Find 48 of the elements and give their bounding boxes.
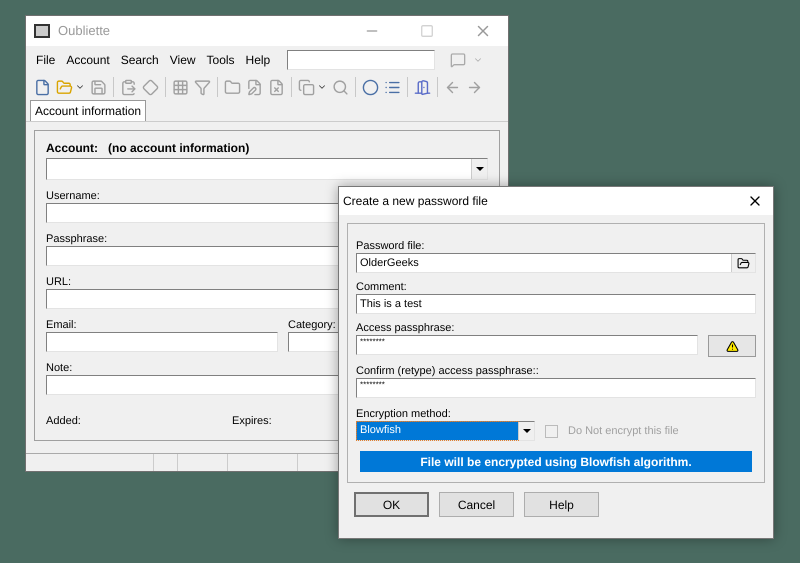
app-icon — [34, 24, 50, 38]
confirm-passphrase-field[interactable]: ******** — [356, 378, 756, 398]
account-value: (no account information) — [108, 140, 250, 157]
access-passphrase-field[interactable]: ******** — [356, 335, 698, 355]
account-label: Account: — [46, 140, 98, 157]
menu-item[interactable]: File — [34, 51, 58, 69]
dialog-button[interactable]: OK — [354, 492, 429, 517]
speech-bubble-icon[interactable] — [450, 52, 466, 68]
info-banner: File will be encrypted using Blowfish algorithm. — [360, 451, 752, 472]
tab[interactable]: Account information — [30, 100, 146, 121]
field-label: Username: — [46, 189, 100, 203]
warning-button[interactable] — [708, 335, 756, 357]
encryption-label: Encryption method: — [356, 407, 452, 421]
category-label: Category: — [288, 318, 336, 332]
search-field[interactable] — [287, 50, 436, 70]
door-icon[interactable] — [414, 78, 431, 96]
field-label: Passphrase: — [46, 232, 108, 246]
added-label: Added: — [46, 414, 82, 429]
password-file-field[interactable]: OlderGeeks — [356, 253, 756, 273]
window-title: Oubliette — [58, 22, 110, 40]
dropdown-arrow-icon — [476, 167, 484, 171]
field-label: URL: — [46, 275, 72, 289]
menu-item[interactable]: Account — [64, 51, 112, 69]
email-label: Email: — [46, 318, 77, 332]
access-passphrase-label: Access passphrase: — [356, 321, 456, 335]
encryption-select[interactable]: Blowfish — [356, 421, 535, 441]
open-folder-icon[interactable] — [737, 256, 750, 270]
menu-item[interactable]: Search — [118, 51, 161, 69]
menu-item[interactable]: View — [168, 51, 198, 69]
account-combobox[interactable] — [46, 158, 488, 180]
dropdown-arrow-icon — [522, 429, 530, 433]
menu-item[interactable]: Tools — [204, 51, 237, 69]
password-file-label: Password file: — [356, 239, 426, 253]
comment-label: Comment: — [356, 280, 408, 294]
new-file-icon[interactable] — [34, 78, 51, 96]
dialog-button[interactable]: Help — [524, 492, 599, 517]
menu-item[interactable]: Help — [244, 51, 272, 69]
warning-icon — [726, 340, 738, 352]
dialog-title: Create a new password file — [343, 193, 489, 210]
expires-label: Expires: — [232, 414, 272, 429]
dialog-button[interactable]: Cancel — [439, 492, 514, 517]
circle-icon[interactable] — [362, 78, 379, 96]
confirm-passphrase-label: Confirm (retype) access passphrase:: — [356, 364, 540, 378]
comment-field[interactable]: This is a test — [356, 294, 756, 314]
checkbox-label: Do Not encrypt this file — [568, 424, 679, 439]
note-label: Note: — [46, 361, 72, 375]
maximize-icon[interactable] — [420, 24, 434, 38]
email-field[interactable] — [46, 332, 278, 352]
